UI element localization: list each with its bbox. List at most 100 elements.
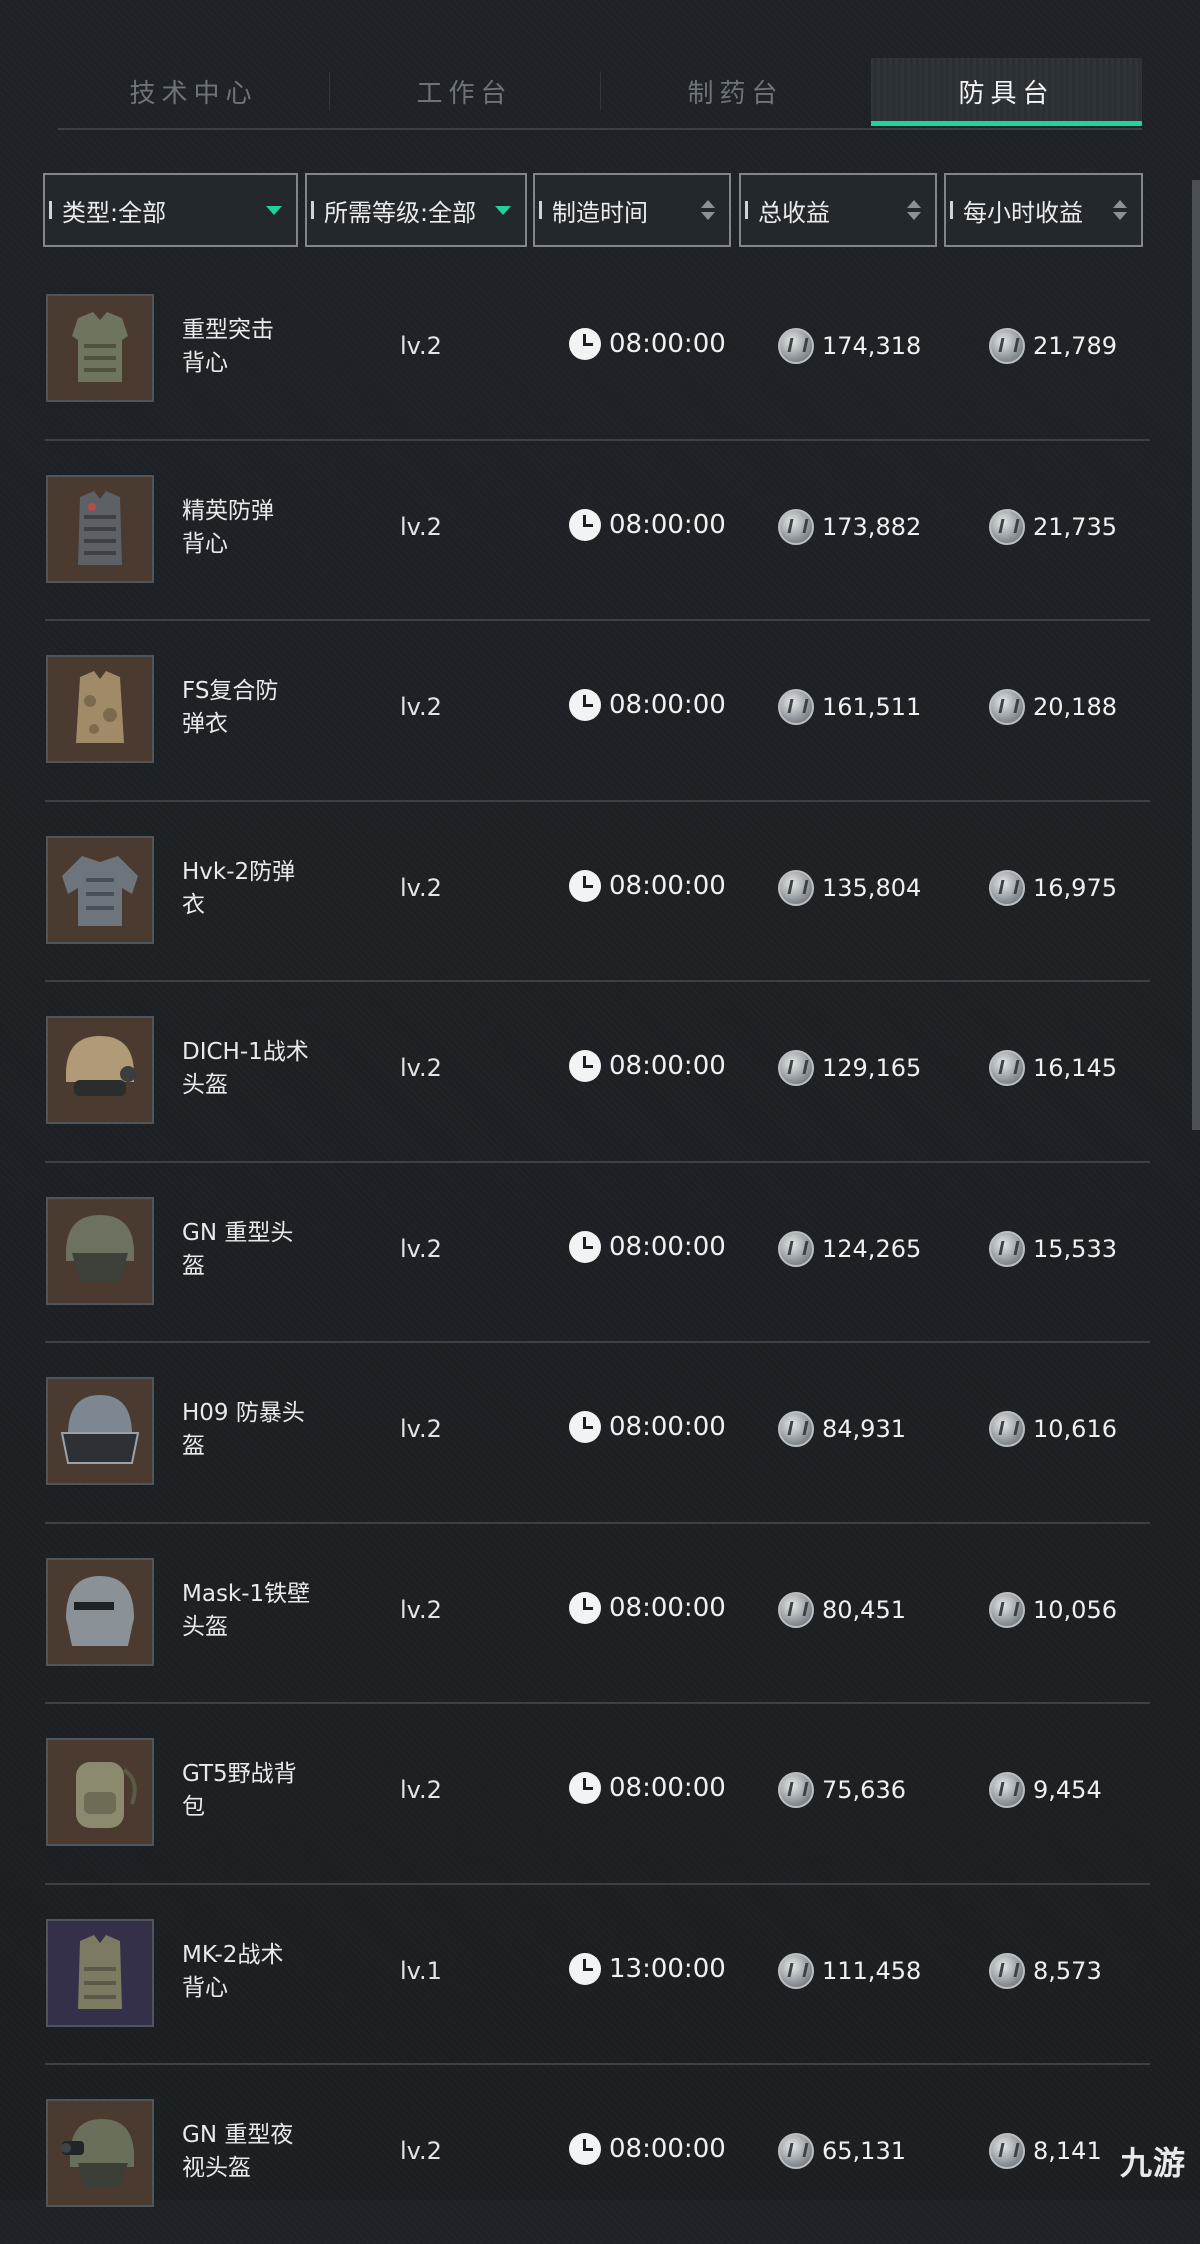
clock-icon: [569, 328, 601, 360]
total-income: 111,458: [778, 1952, 921, 1989]
list-item[interactable]: Mask-1铁壁 头盔 lv.2 08:00:00 80,451 10,056: [45, 1524, 1150, 1704]
item-name: 重型突击 背心: [182, 317, 274, 376]
total-income: 75,636: [778, 1772, 906, 1808]
hourly-income: 21,789: [989, 328, 1117, 364]
tab-workbench[interactable]: 工作台: [329, 58, 600, 124]
list-item[interactable]: MK-2战术 背心 lv.1 13:00:00 111,458 8,573: [45, 1885, 1150, 2065]
craft-time: 08:00:00: [569, 328, 726, 360]
list-item[interactable]: Hvk-2防弹衣 lv.2 08:00:00 135,804 16,975: [45, 802, 1150, 982]
total-income-label: 总收益: [758, 198, 830, 227]
filter-tick: [950, 201, 953, 219]
sort-icon: [1113, 200, 1127, 220]
coin-icon: [989, 2133, 1025, 2169]
craft-time: 08:00:00: [569, 508, 726, 541]
list-item[interactable]: GN 重型夜 视头盔 lv.2 08:00:00 65,131 8,141: [45, 2065, 1150, 2244]
clock-icon: [569, 508, 601, 541]
hourly-income-sort[interactable]: 每小时收益: [944, 173, 1143, 247]
total-income: 129,165: [778, 1050, 921, 1086]
total-income: 80,451: [778, 1591, 906, 1628]
filter-tick: [539, 201, 542, 219]
item-name: DICH-1战术 头盔: [182, 1039, 309, 1098]
item-level: lv.2: [400, 1595, 442, 1624]
level-filter-dropdown[interactable]: 所需等级:全部: [305, 173, 527, 247]
craft-time: 08:00:00: [569, 1050, 726, 1082]
hourly-income: 16,145: [989, 1050, 1117, 1086]
item-name: MK-2战术 背心: [182, 1941, 284, 2001]
clock-icon: [569, 1591, 601, 1624]
list-item[interactable]: FS复合防 弹衣 lv.2 08:00:00 161,511 20,188: [45, 621, 1150, 802]
total-income: 124,265: [778, 1230, 921, 1267]
item-name: GN 重型头盔: [182, 1219, 294, 1279]
craft-time: 08:00:00: [569, 869, 726, 902]
sort-icon: [907, 200, 921, 220]
filter-tick: [49, 201, 52, 219]
craft-time-sort[interactable]: 制造时间: [533, 173, 731, 247]
coin-icon: [989, 869, 1025, 906]
filter-tick: [311, 201, 314, 219]
watermark-logo: 九游: [1119, 2144, 1186, 2182]
coin-icon: [989, 1772, 1025, 1808]
list-item[interactable]: 重型突击 背心 lv.2 08:00:00 174,318 21,789: [45, 260, 1150, 441]
heavy-vest-icon: [46, 294, 154, 402]
clock-icon: [569, 2133, 601, 2165]
tab-tech-center[interactable]: 技术中心: [58, 58, 329, 124]
tab-divider: [58, 128, 1142, 130]
coin-icon: [989, 1952, 1025, 1989]
hourly-income: 8,573: [989, 1952, 1102, 1989]
list-item[interactable]: GT5野战背包 lv.2 08:00:00 75,636 9,454: [45, 1704, 1150, 1885]
item-level: lv.2: [400, 1776, 442, 1804]
item-name: GN 重型夜 视头盔: [182, 2122, 294, 2181]
tab-bar: 技术中心 工作台 制药台 防具台: [58, 58, 1142, 126]
hourly-income: 8,141: [989, 2133, 1102, 2169]
total-income-sort[interactable]: 总收益: [739, 173, 937, 247]
scrollbar[interactable]: [1192, 180, 1200, 1130]
list-item[interactable]: H09 防暴头盔 lv.2 08:00:00 84,931 10,616: [45, 1343, 1150, 1524]
total-income: 135,804: [778, 869, 921, 906]
backpack-icon: [46, 1738, 154, 1846]
total-income: 173,882: [778, 508, 921, 545]
item-name: GT5野战背包: [182, 1761, 297, 1820]
coin-icon: [778, 1411, 814, 1447]
tab-armor-bench[interactable]: 防具台: [871, 58, 1142, 126]
coin-icon: [989, 1050, 1025, 1086]
chevron-down-icon: [495, 205, 511, 215]
craft-time: 08:00:00: [569, 1230, 726, 1263]
coin-icon: [778, 1772, 814, 1808]
hourly-income: 9,454: [989, 1772, 1102, 1808]
type-filter-dropdown[interactable]: 类型:全部: [43, 173, 298, 247]
coin-icon: [989, 1411, 1025, 1447]
coin-icon: [778, 869, 814, 906]
item-level: lv.2: [400, 2137, 442, 2165]
item-level: lv.2: [400, 873, 442, 902]
item-level: lv.2: [400, 693, 442, 721]
coin-icon: [778, 1230, 814, 1267]
item-level: lv.2: [400, 332, 442, 360]
item-level: lv.1: [400, 1956, 442, 1985]
clock-icon: [569, 1411, 601, 1443]
hourly-income: 16,975: [989, 869, 1117, 906]
item-level: lv.2: [400, 1234, 442, 1263]
tactical-helmet-icon: [46, 1016, 154, 1124]
type-filter-label: 类型:全部: [62, 198, 167, 227]
coin-icon: [778, 1952, 814, 1989]
craft-time: 08:00:00: [569, 2133, 726, 2165]
tab-pharmacy[interactable]: 制药台: [600, 58, 871, 124]
list-item[interactable]: DICH-1战术 头盔 lv.2 08:00:00 129,165 16,145: [45, 982, 1150, 1163]
elite-vest-icon: [46, 474, 154, 583]
riot-helmet-icon: [46, 1377, 154, 1485]
item-level: lv.2: [400, 1415, 442, 1443]
night-vision-helmet-icon: [46, 2099, 154, 2207]
hourly-income: 10,056: [989, 1591, 1117, 1628]
sort-icon: [701, 200, 715, 220]
list-item[interactable]: GN 重型头盔 lv.2 08:00:00 124,265 15,533: [45, 1163, 1150, 1343]
armor-item-list: 重型突击 背心 lv.2 08:00:00 174,318 21,789 精英防弹…: [45, 260, 1150, 2244]
clock-icon: [569, 689, 601, 721]
coin-icon: [778, 1591, 814, 1628]
item-level: lv.2: [400, 1054, 442, 1082]
hourly-income: 21,735: [989, 508, 1117, 545]
clock-icon: [569, 1230, 601, 1263]
coin-icon: [989, 328, 1025, 364]
level-filter-label: 所需等级:全部: [324, 198, 477, 227]
list-item[interactable]: 精英防弹 背心 lv.2 08:00:00 173,882 21,735: [45, 441, 1150, 621]
hourly-income: 20,188: [989, 689, 1117, 725]
